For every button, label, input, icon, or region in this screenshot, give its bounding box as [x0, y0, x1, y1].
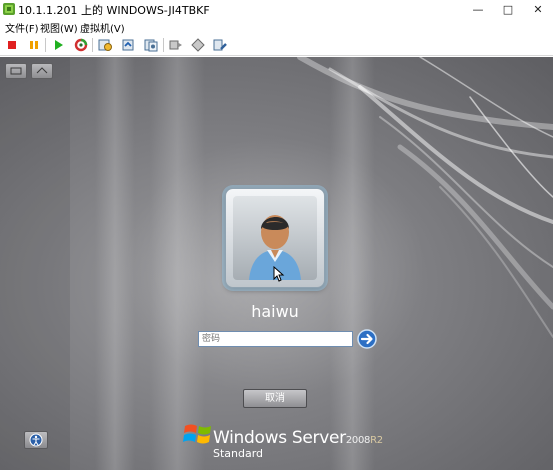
product-name: Windows Server2008R2 [213, 428, 383, 448]
username-label: haiwu [251, 302, 299, 321]
ctrl-alt-del-icon[interactable] [190, 37, 206, 53]
brand-name-text: Windows Server [213, 428, 346, 448]
toolbar-separator [163, 38, 164, 52]
vm-console[interactable]: haiwu 取消 Windows Server2008R2 Standard [0, 57, 553, 470]
title-bar: 10.1.1.201 上的 WINDOWS-JI4TBKF — □ ✕ [0, 0, 553, 18]
stop-icon[interactable] [4, 37, 20, 53]
minimize-button[interactable]: — [463, 0, 493, 18]
vm-fullscreen-button[interactable] [5, 63, 27, 79]
menu-file[interactable]: 文件(F) [5, 20, 39, 35]
submit-arrow-button[interactable] [357, 329, 377, 349]
revert-snapshot-icon[interactable] [120, 37, 136, 53]
brand-release: R2 [370, 435, 383, 446]
manage-snapshots-icon[interactable] [143, 37, 159, 53]
menu-vm[interactable]: 虚拟机(V) [80, 20, 125, 35]
close-icon: ✕ [533, 2, 543, 16]
send-keys-icon[interactable] [168, 37, 184, 53]
password-field[interactable] [198, 331, 353, 347]
keyboard-icon [10, 67, 22, 75]
minimize-icon: — [472, 2, 484, 16]
ease-of-access-icon [29, 433, 43, 447]
toolbar-separator [92, 38, 93, 52]
settings-icon[interactable] [212, 37, 228, 53]
toolbar [0, 34, 553, 56]
close-button[interactable]: ✕ [523, 0, 553, 18]
toolbar-separator [45, 38, 46, 52]
maximize-button[interactable]: □ [493, 0, 523, 18]
app-icon [3, 3, 15, 15]
vm-switch-button[interactable] [31, 63, 53, 79]
product-edition: Standard [213, 447, 264, 460]
play-icon[interactable] [50, 37, 66, 53]
cancel-button[interactable]: 取消 [243, 389, 307, 408]
menu-bar: 文件(F) 视图(W) 虚拟机(V) [0, 18, 553, 35]
menu-view[interactable]: 视图(W) [40, 20, 78, 35]
maximize-icon: □ [502, 2, 514, 16]
windows-logo-icon [183, 424, 211, 444]
snapshot-icon[interactable] [97, 37, 113, 53]
pause-icon[interactable] [26, 37, 42, 53]
ease-of-access-button[interactable] [24, 431, 48, 449]
screen-icon [36, 67, 48, 74]
reset-icon[interactable] [73, 37, 89, 53]
brand-version: 2008 [345, 435, 371, 446]
window-title: 10.1.1.201 上的 WINDOWS-JI4TBKF [18, 4, 210, 17]
mouse-cursor-icon [273, 266, 285, 282]
